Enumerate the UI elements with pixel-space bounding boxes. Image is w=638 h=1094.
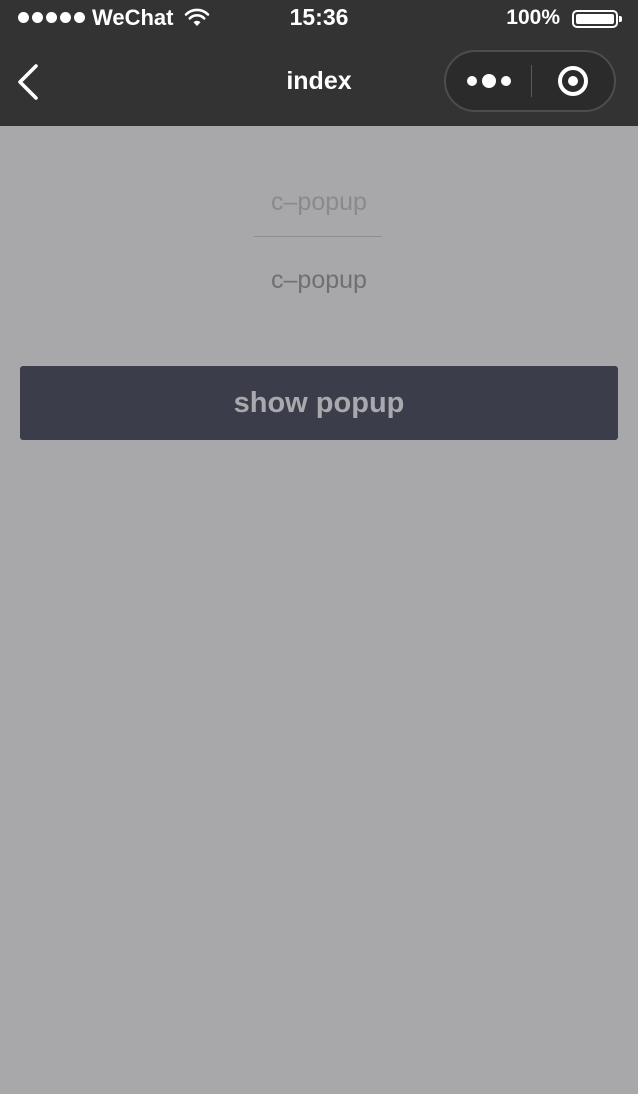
- top-bar: WeChat 15:36 100% index: [0, 0, 638, 126]
- title-divider: [254, 236, 382, 237]
- show-popup-button[interactable]: show popup: [20, 366, 618, 440]
- navigation-bar: index: [0, 36, 638, 126]
- battery-percentage: 100%: [506, 6, 560, 29]
- battery-icon: [572, 10, 622, 28]
- status-bar: WeChat 15:36 100%: [0, 0, 638, 36]
- miniprogram-capsule: [444, 50, 616, 112]
- component-title: c–popup: [271, 188, 367, 216]
- component-subtitle: c–popup: [271, 266, 367, 294]
- more-dots-icon[interactable]: [446, 52, 532, 110]
- close-target-icon[interactable]: [532, 52, 614, 110]
